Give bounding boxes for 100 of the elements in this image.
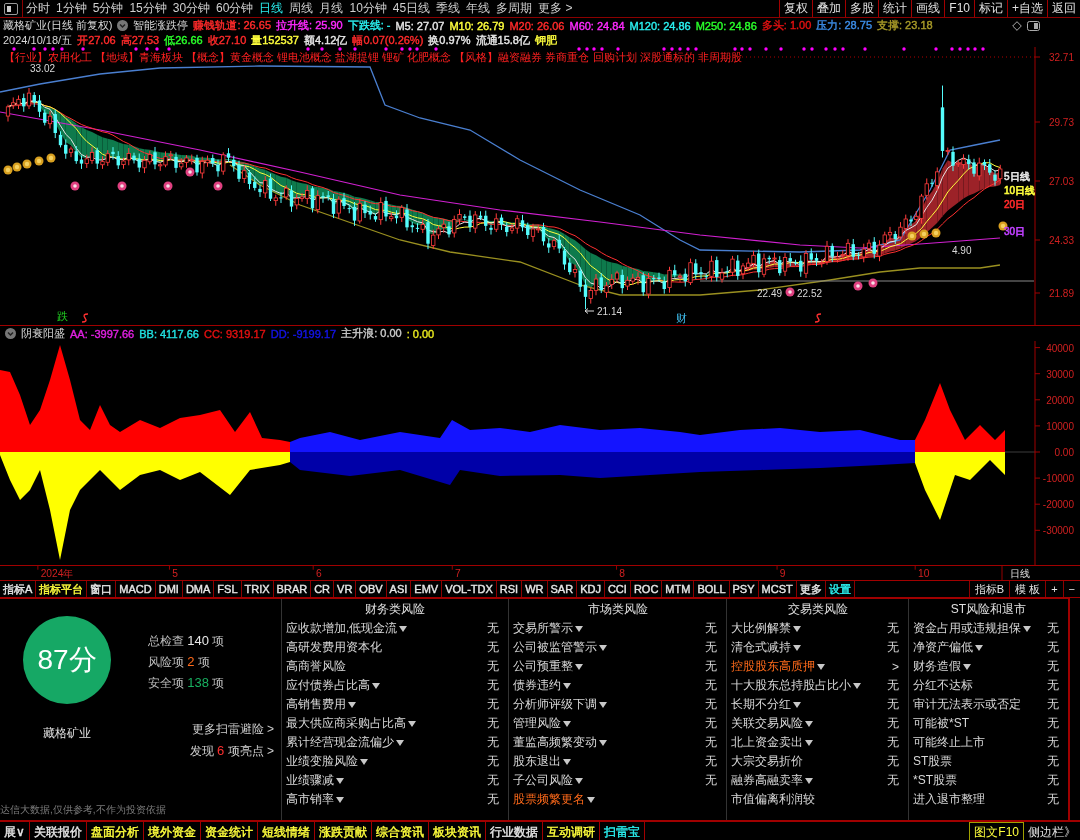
indicator-tab[interactable]: EMV xyxy=(411,581,443,597)
bottom-tab[interactable]: 盘面分析 xyxy=(86,822,144,840)
toolbar-button[interactable]: 多股 xyxy=(845,0,879,17)
risk-item[interactable]: 董监高频繁变动 xyxy=(513,734,607,751)
bottom-tab[interactable]: 综合资讯 xyxy=(371,822,429,840)
risk-item[interactable]: 审计无法表示或否定 xyxy=(913,696,1021,713)
indicator-tab[interactable]: 窗口 xyxy=(87,581,117,597)
tool-button[interactable]: + xyxy=(1045,581,1063,597)
risk-item[interactable]: 分红不达标 xyxy=(913,677,973,694)
diamond-icon[interactable] xyxy=(1012,20,1022,31)
indicator-tab[interactable]: CR xyxy=(311,581,335,597)
indicator-tab[interactable]: SAR xyxy=(547,581,578,597)
indicator-tab[interactable]: VR xyxy=(334,581,357,597)
risk-item[interactable]: 股东退出 xyxy=(513,753,571,770)
risk-item[interactable]: 公司预重整 xyxy=(513,658,583,675)
indicator-tab[interactable]: VOL-TDX xyxy=(442,581,497,597)
risk-item[interactable]: 分析师评级下调 xyxy=(513,696,607,713)
panel-button[interactable]: 侧边栏》 xyxy=(1024,822,1080,840)
risk-item[interactable]: 十大股东总持股占比小 xyxy=(731,677,861,694)
risk-item[interactable]: 最大供应商采购占比高 xyxy=(286,715,416,732)
indicator-tab[interactable]: CCI xyxy=(604,581,631,597)
risk-item[interactable]: 高商誉风险 xyxy=(286,658,346,675)
period-tab[interactable]: 1分钟 xyxy=(53,0,90,17)
bottom-tab[interactable]: 境外资金 xyxy=(143,822,201,840)
period-tab[interactable]: 周线 xyxy=(286,0,317,17)
bottom-tab[interactable]: 展∨ xyxy=(0,822,30,840)
indicator-tab[interactable]: BRAR xyxy=(273,581,312,597)
tool-button[interactable]: − xyxy=(1062,581,1080,597)
indicator-tab[interactable]: MCST xyxy=(758,581,797,597)
risk-item[interactable]: 业绩变脸风险 xyxy=(286,753,368,770)
risk-item[interactable]: 关联交易风险 xyxy=(731,715,813,732)
period-tab[interactable]: 多周期 xyxy=(493,0,536,17)
indicator-tab[interactable]: ASI xyxy=(386,581,412,597)
toolbar-button[interactable]: +自选 xyxy=(1007,0,1047,17)
risk-item[interactable]: 市值偏离利润较 xyxy=(731,791,815,808)
indicator-tab[interactable]: ROC xyxy=(630,581,663,597)
risk-item[interactable]: 应收款增加,低现金流 xyxy=(286,620,408,637)
period-tab[interactable]: 5分钟 xyxy=(89,0,127,17)
period-tab[interactable]: 10分钟 xyxy=(346,0,390,17)
more-link[interactable]: 更多扫雷避险 > xyxy=(191,721,274,737)
indicator-tab[interactable]: WR xyxy=(522,581,548,597)
period-tab[interactable]: 日线 xyxy=(256,0,287,17)
risk-item[interactable]: 进入退市整理 xyxy=(913,791,985,808)
risk-item[interactable]: 清仓式减持 xyxy=(731,639,801,656)
risk-item[interactable]: 可能终止上市 xyxy=(913,734,985,751)
risk-item[interactable]: 可能被*ST xyxy=(913,715,969,732)
risk-item[interactable]: 大宗交易折价 xyxy=(731,753,803,770)
indicator-tab[interactable]: DMI xyxy=(155,581,183,597)
risk-item[interactable]: 大比例解禁 xyxy=(731,620,801,637)
toolbar-button[interactable]: F10 xyxy=(944,0,974,17)
risk-item[interactable]: ST股票 xyxy=(913,753,953,770)
risk-item[interactable]: 子公司风险 xyxy=(513,772,583,789)
period-tab[interactable]: 季线 xyxy=(433,0,464,17)
period-tab[interactable]: 15分钟 xyxy=(126,0,170,17)
risk-item[interactable]: 交易所警示 xyxy=(513,620,583,637)
bottom-tab[interactable]: 扫雷宝 xyxy=(599,822,645,840)
tool-button[interactable]: 模 板 xyxy=(1009,581,1046,597)
period-tab[interactable]: 月线 xyxy=(316,0,347,17)
period-tab[interactable]: 更多 > xyxy=(535,0,576,17)
bottom-tab[interactable]: 板块资讯 xyxy=(428,822,486,840)
indicator-tab[interactable]: MACD xyxy=(116,581,156,597)
period-tab[interactable]: 60分钟 xyxy=(213,0,257,17)
period-tab[interactable]: 45日线 xyxy=(389,0,434,17)
indicator-tab[interactable]: TRIX xyxy=(241,581,274,597)
risk-item[interactable]: 财务造假 xyxy=(913,658,971,675)
toolbar-button[interactable]: 复权 xyxy=(779,0,813,17)
risk-item[interactable]: 高销售费用 xyxy=(286,696,356,713)
indicator-tab[interactable]: BOLL xyxy=(694,581,730,597)
risk-item[interactable]: 净资产偏低 xyxy=(913,639,983,656)
chevron-down-icon[interactable] xyxy=(5,328,16,339)
period-tab[interactable]: 年线 xyxy=(463,0,494,17)
indicator-tab[interactable]: RSI xyxy=(496,581,523,597)
toolbar-button[interactable]: 叠加 xyxy=(812,0,846,17)
panel-icon[interactable] xyxy=(1027,20,1040,31)
indicator-tab[interactable]: 更多 xyxy=(796,581,826,597)
panel-button[interactable]: 图文F10 xyxy=(969,822,1024,840)
risk-item[interactable]: 融券高融卖率 xyxy=(731,772,813,789)
risk-item[interactable]: *ST股票 xyxy=(913,772,957,789)
risk-item[interactable]: 资金占用或违规担保 xyxy=(913,620,1031,637)
risk-item[interactable]: 管理风险 xyxy=(513,715,571,732)
bottom-tab[interactable]: 互动调研 xyxy=(542,822,600,840)
bottom-tab[interactable]: 关联报价 xyxy=(29,822,87,840)
indicator-tab[interactable]: OBV xyxy=(356,581,387,597)
risk-item[interactable]: 应付债券占比高 xyxy=(286,677,380,694)
sidebar-toggle-icon[interactable] xyxy=(4,2,18,15)
period-tab[interactable]: 30分钟 xyxy=(169,0,214,17)
indicator-tab[interactable]: PSY xyxy=(729,581,759,597)
bottom-tab[interactable]: 短线情绪 xyxy=(257,822,315,840)
risk-item[interactable]: 股票频繁更名 xyxy=(513,791,595,808)
toolbar-button[interactable]: 标记 xyxy=(974,0,1007,17)
risk-item[interactable]: 公司被监管警示 xyxy=(513,639,607,656)
risk-item[interactable]: 债券违约 xyxy=(513,677,571,694)
risk-item[interactable]: 长期不分红 xyxy=(731,696,801,713)
indicator-tab[interactable]: 设置 xyxy=(825,581,855,597)
indicator-tab[interactable]: FSL xyxy=(214,581,242,597)
tool-button[interactable]: 指标B xyxy=(968,581,1010,597)
indicator-tab[interactable]: 指标A xyxy=(0,581,37,597)
risk-item[interactable]: 北上资金卖出 xyxy=(731,734,813,751)
risk-item[interactable]: 累计经营现金流偏少 xyxy=(286,734,404,751)
risk-item[interactable]: 高研发费用资本化 xyxy=(286,639,382,656)
